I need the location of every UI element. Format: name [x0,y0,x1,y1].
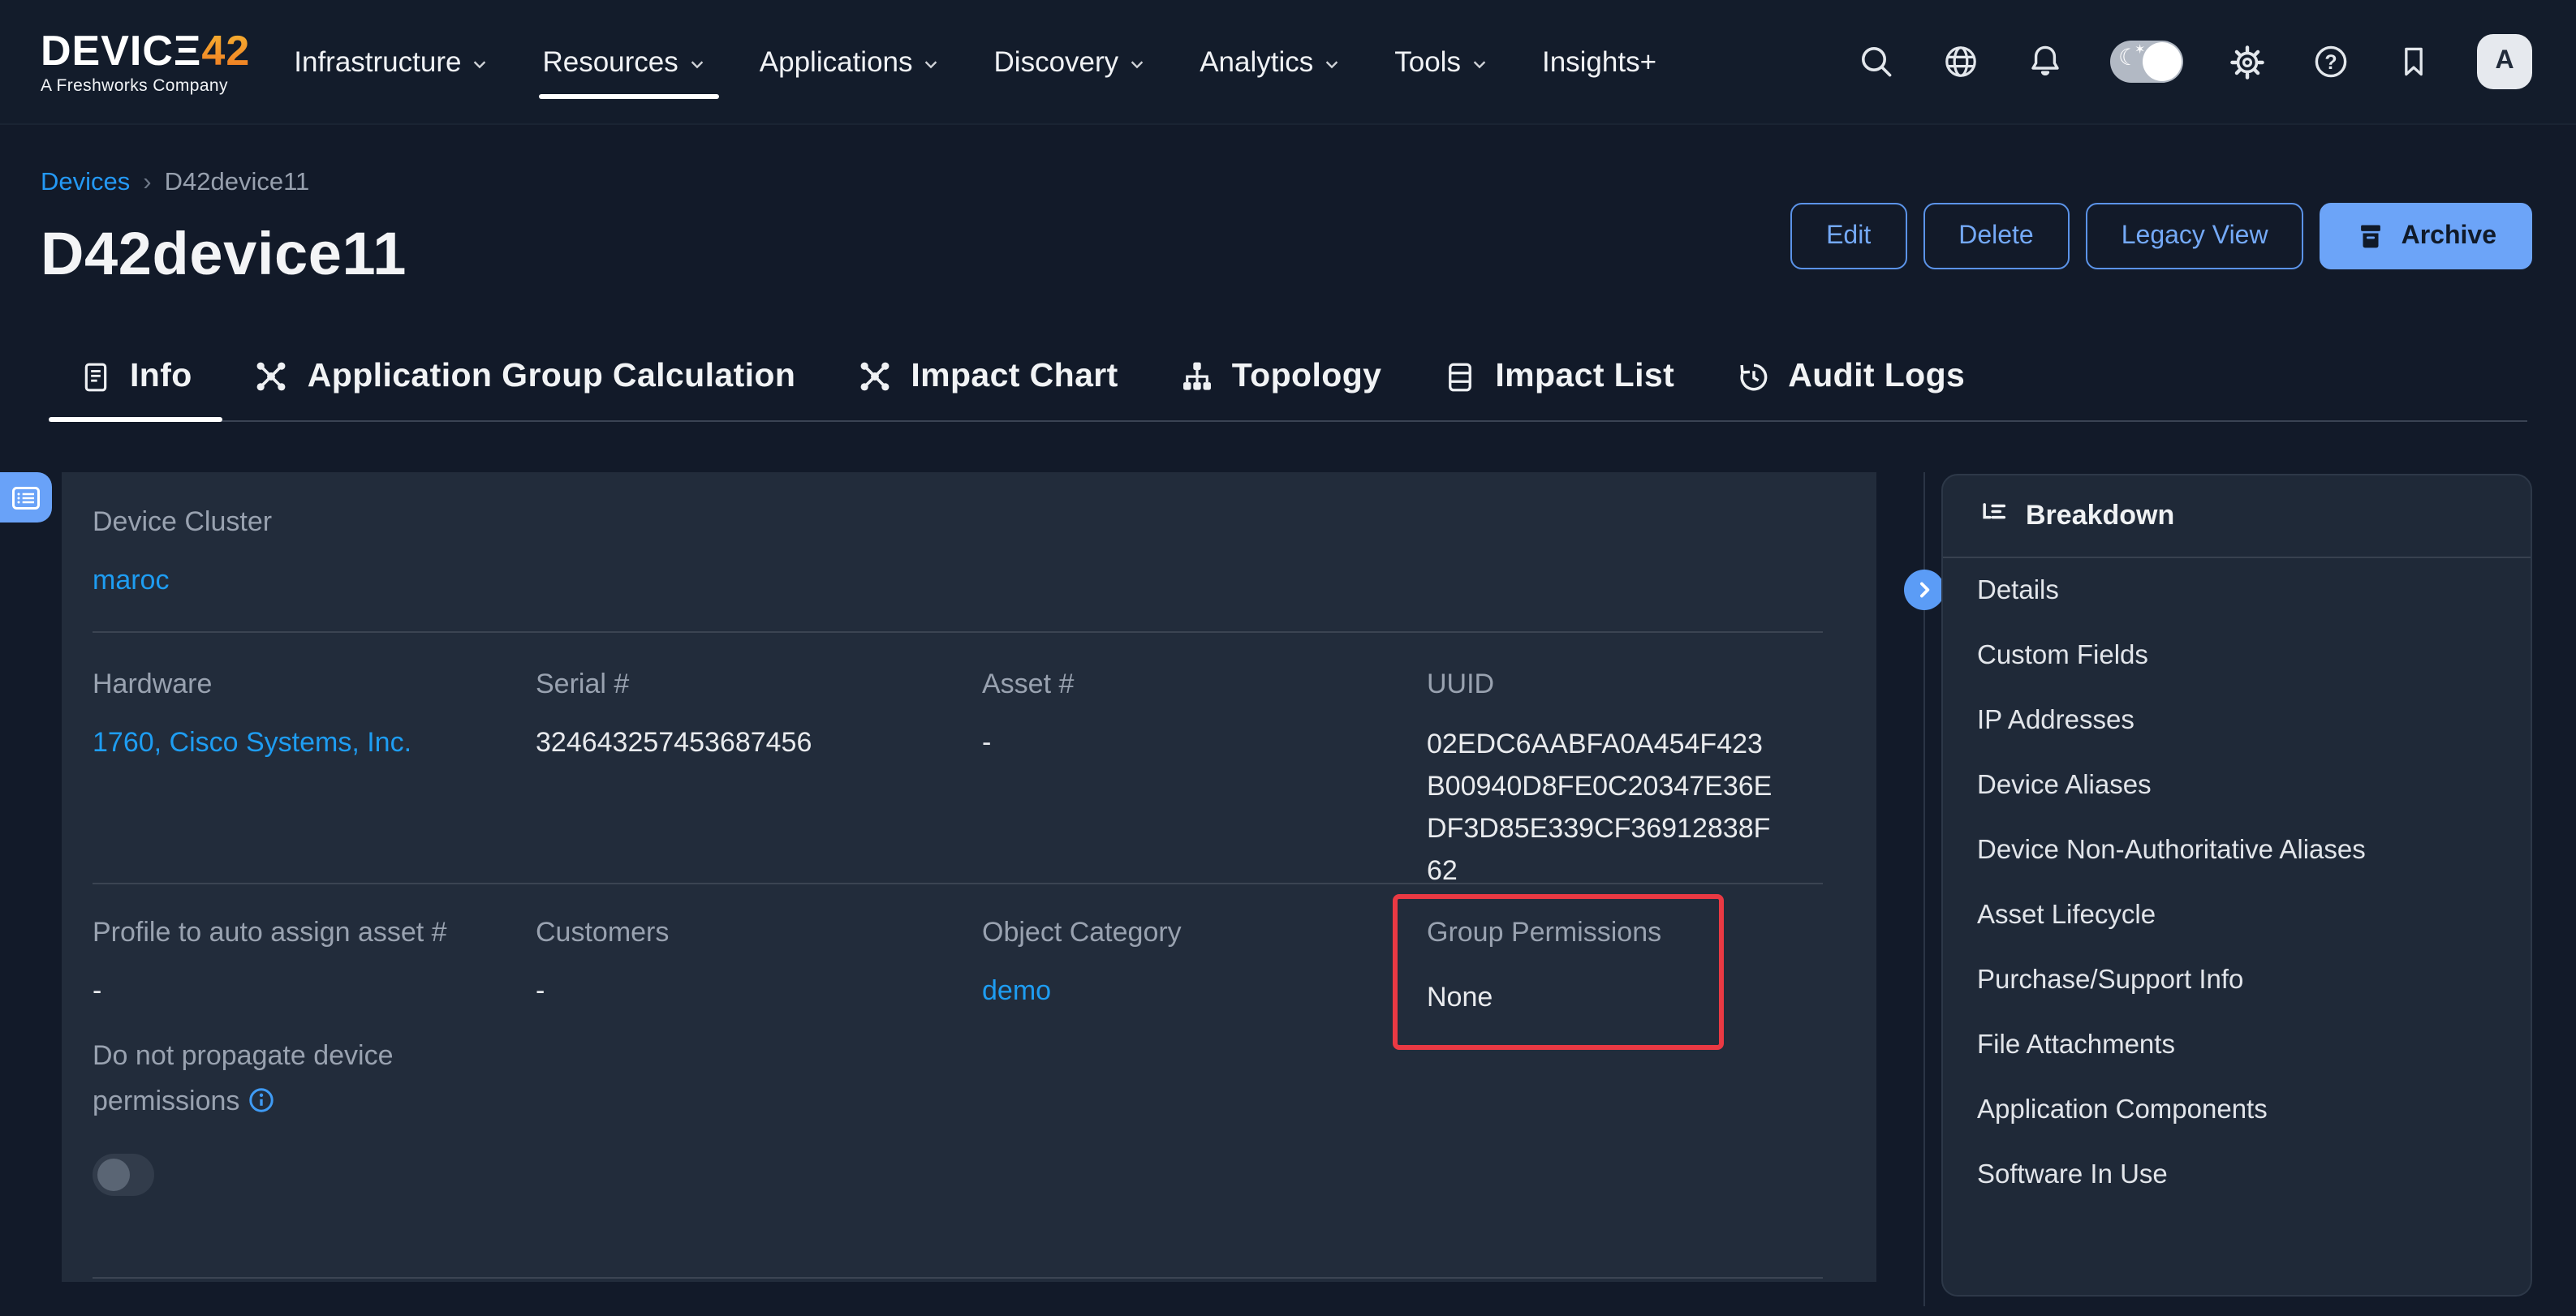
customers-label: Customers [536,917,669,949]
menu-resources[interactable]: Resources [542,45,705,79]
logo-wordmark: DEVICΞ42 [41,29,250,71]
breakdown-item-device-aliases[interactable]: Device Aliases [1943,754,2531,819]
breakdown-item-custom-fields[interactable]: Custom Fields [1943,623,2531,688]
section-divider [93,883,1823,884]
info-circle-icon[interactable] [248,1087,274,1113]
menu-analytics[interactable]: Analytics [1200,45,1341,79]
object-category-value-link[interactable]: demo [982,975,1051,1008]
group-permissions-label: Group Permissions [1427,917,1661,949]
list-icon [10,481,42,514]
uuid-label: UUID [1427,669,1494,701]
main-menu: Infrastructure Resources Applications Di… [294,45,1656,79]
bookmark-icon[interactable] [2396,44,2432,80]
breakdown-item-details[interactable]: Details [1943,558,2531,623]
chevron-down-icon [1471,54,1488,72]
expand-sidebar-button[interactable] [1903,569,1944,609]
chevron-right-icon [1911,577,1936,601]
serial-label: Serial # [536,669,629,701]
device-cluster-label: Device Cluster [93,506,272,539]
breadcrumb-current: D42device11 [165,169,310,198]
delete-button[interactable]: Delete [1923,203,2070,269]
search-icon[interactable] [1857,42,1896,81]
tab-bar: Info Application Group Calculation Impac… [49,334,1996,419]
rows-icon [1443,359,1477,394]
breakdown-item-application-components[interactable]: Application Components [1943,1079,2531,1144]
side-flyout-list-button[interactable] [0,472,52,523]
device42-logo[interactable]: DEVICΞ42 A Freshworks Company [41,29,250,95]
hardware-label: Hardware [93,669,212,701]
hardware-value-link[interactable]: 1760, Cisco Systems, Inc. [93,727,411,759]
menu-tools[interactable]: Tools [1394,45,1488,79]
archive-button[interactable]: Archive [2320,203,2532,269]
legacy-view-button[interactable]: Legacy View [2086,203,2304,269]
section-divider [93,631,1823,633]
tab-info[interactable]: Info [49,334,223,419]
archive-box-icon [2356,221,2387,252]
tab-topology[interactable]: Topology [1149,334,1413,419]
chevron-down-icon [1128,54,1146,72]
menu-insights-plus[interactable]: Insights+ [1542,45,1656,79]
breakdown-item-device-non-authoritative-aliases[interactable]: Device Non-Authoritative Aliases [1943,819,2531,884]
settings-gear-icon[interactable] [2229,43,2266,80]
tab-application-group-calculation[interactable]: Application Group Calculation [223,334,827,419]
top-nav-bar: DEVICΞ42 A Freshworks Company Infrastruc… [0,0,2576,125]
breakdown-item-file-attachments[interactable]: File Attachments [1943,1013,2531,1078]
chevron-down-icon [1323,54,1341,72]
breakdown-header: Breakdown [1943,475,2531,558]
panel-bottom-divider [93,1277,1823,1279]
theme-toggle-knob [2143,42,2182,81]
breakdown-item-purchase-support-info[interactable]: Purchase/Support Info [1943,948,2531,1013]
theme-toggle[interactable]: ☾ ✶ [2110,41,2183,83]
object-category-label: Object Category [982,917,1182,949]
tab-impact-chart[interactable]: Impact Chart [826,334,1148,419]
serial-value: 324643257453687456 [536,727,812,759]
menu-applications[interactable]: Applications [760,45,941,79]
chevron-down-icon [471,54,489,72]
share-nodes-icon [857,359,893,394]
header-actions: Edit Delete Legacy View Archive [1790,203,2532,269]
device-cluster-value-link[interactable]: maroc [93,565,169,597]
customers-value: - [536,975,545,1008]
breakdown-item-software-in-use[interactable]: Software In Use [1943,1144,2531,1209]
breadcrumb: Devices › D42device11 [41,169,309,198]
tab-impact-list[interactable]: Impact List [1412,334,1705,419]
notifications-bell-icon[interactable] [2026,42,2065,81]
tabs-divider [49,419,2527,422]
breakdown-title: Breakdown [2026,500,2174,532]
avatar[interactable]: A [2477,34,2532,89]
propagate-permissions-toggle[interactable] [93,1154,154,1196]
help-icon[interactable]: ? [2311,42,2350,81]
asset-label: Asset # [982,669,1074,701]
profile-auto-assign-value: - [93,975,101,1008]
propagate-permissions-label: Do not propagate device permissions [93,1034,450,1125]
breadcrumb-devices-link[interactable]: Devices [41,169,130,198]
chevron-down-icon [688,54,706,72]
breakdown-card: Breakdown Details Custom Fields IP Addre… [1941,474,2532,1297]
breadcrumb-separator: › [143,169,151,198]
asset-value: - [982,727,991,759]
menu-infrastructure[interactable]: Infrastructure [294,45,489,79]
clock-rotate-left-icon [1736,359,1770,394]
page-title: D42device11 [41,221,407,289]
breakdown-item-asset-lifecycle[interactable]: Asset Lifecycle [1943,884,2531,948]
menu-discovery[interactable]: Discovery [994,45,1147,79]
svg-text:?: ? [2324,51,2337,74]
memo-icon [80,359,112,394]
globe-icon[interactable] [1941,42,1980,81]
group-permissions-value: None [1427,982,1493,1014]
breakdown-item-ip-addresses[interactable]: IP Addresses [1943,688,2531,753]
tab-audit-logs[interactable]: Audit Logs [1705,334,1996,419]
profile-auto-assign-label: Profile to auto assign asset # [93,917,447,949]
edit-button[interactable]: Edit [1790,203,1906,269]
nav-utility-icons: ☾ ✶ ? A [1857,0,2532,123]
toggle-knob [97,1159,130,1191]
logo-tagline: A Freshworks Company [41,78,250,95]
chevron-down-icon [923,54,941,72]
sitemap-icon [1180,359,1214,394]
breakdown-list: Details Custom Fields IP Addresses Devic… [1943,558,2531,1209]
uuid-value: 02EDC6AABFA0A454F423B00940D8FE0C20347E36… [1427,724,1781,892]
device42-app: DEVICΞ42 A Freshworks Company Infrastruc… [0,0,2576,1316]
list-tree-icon [1977,500,2010,532]
share-nodes-icon [254,359,290,394]
